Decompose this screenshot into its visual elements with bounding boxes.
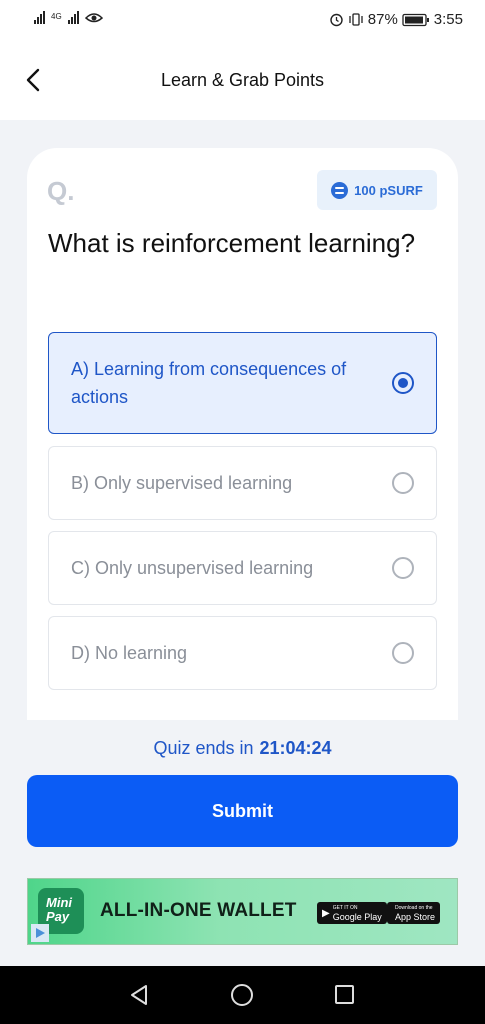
timer-value: 21:04:24: [259, 738, 332, 758]
status-left: 4G: [34, 10, 103, 24]
radio-empty-icon[interactable]: [392, 472, 414, 494]
reward-badge: 100 pSURF: [317, 170, 437, 210]
quiz-timer: Quiz ends in 21:04:24: [0, 738, 485, 759]
question-card: Q. 100 pSURF What is reinforcement learn…: [27, 148, 458, 720]
option-b[interactable]: B) Only supervised learning: [48, 446, 437, 520]
logo-line2: Pay: [46, 909, 70, 924]
network-type: 4G: [51, 12, 62, 21]
alarm-icon: [330, 13, 343, 27]
nav-home-icon[interactable]: [231, 984, 253, 1006]
nav-recents-icon[interactable]: [335, 985, 354, 1004]
option-c[interactable]: C) Only unsupervised learning: [48, 531, 437, 605]
app-store-label: App Store: [395, 912, 436, 922]
option-label: C) Only unsupervised learning: [71, 558, 314, 578]
option-a[interactable]: A) Learning from consequences of actions: [48, 332, 437, 434]
quiz-content: Q. 100 pSURF What is reinforcement learn…: [0, 120, 485, 966]
radio-empty-icon[interactable]: [392, 642, 414, 664]
banner-headline: ALL-IN-ONE WALLET: [100, 900, 297, 921]
google-play-label: Google Play: [332, 912, 382, 922]
clock: 3:55: [433, 11, 463, 28]
radio-empty-icon[interactable]: [392, 557, 414, 579]
signal-2-icon: [67, 10, 79, 24]
eye-icon: [84, 13, 103, 23]
app-header: Learn & Grab Points: [0, 40, 485, 120]
app-store-badge[interactable]: Download on the App Store: [387, 902, 441, 924]
radio-selected-icon[interactable]: [392, 372, 414, 394]
question-marker: Q.: [47, 176, 75, 206]
timer-label: Quiz ends in: [153, 738, 254, 758]
status-bar: 4G 87% 3:55: [0, 0, 485, 40]
option-label: A) Learning from consequences of actions: [71, 359, 347, 407]
question-text: What is reinforcement learning?: [48, 228, 416, 258]
google-play-badge[interactable]: ▶ GET IT ON Google Play: [317, 902, 387, 924]
battery-percent: 87%: [367, 11, 398, 28]
google-play-icon: ▶: [322, 907, 330, 919]
battery-icon: [402, 13, 429, 26]
system-nav-bar: [0, 966, 485, 1024]
option-label: D) No learning: [71, 643, 188, 663]
nav-back-icon[interactable]: [128, 983, 150, 1007]
submit-button[interactable]: Submit: [27, 775, 458, 847]
status-right: 87% 3:55: [329, 11, 463, 28]
coin-icon: [331, 181, 349, 199]
page-title: Learn & Grab Points: [160, 70, 325, 90]
vibrate-icon: [349, 13, 363, 26]
logo-line1: Mini: [46, 895, 72, 910]
ad-play-icon[interactable]: [31, 924, 49, 942]
option-label: B) Only supervised learning: [71, 473, 293, 493]
minipay-ad-banner[interactable]: Mini Pay ALL-IN-ONE WALLET ▶ GET IT ON G…: [27, 878, 458, 945]
signal-icon: [34, 10, 45, 24]
option-d[interactable]: D) No learning: [48, 616, 437, 690]
reward-label: 100 pSURF: [354, 182, 423, 198]
